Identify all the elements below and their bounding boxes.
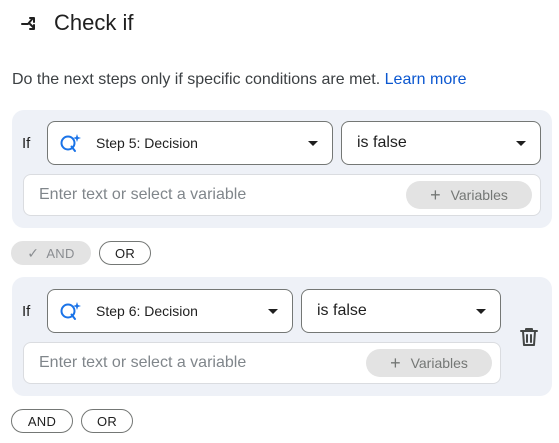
value-input[interactable]: Enter text or select a variable + Variab… — [23, 174, 541, 216]
and-label: AND — [27, 413, 57, 429]
or-toggle[interactable]: OR — [99, 241, 151, 265]
step-select-value: Step 6: Decision — [96, 303, 198, 319]
plus-icon: + — [390, 353, 401, 373]
and-label: AND — [46, 245, 75, 261]
variables-button-label: Variables — [450, 187, 508, 203]
condition-block-2: If Step 6: Decision is false Enter text … — [12, 277, 552, 396]
chevron-down-icon — [308, 141, 318, 146]
gemini-step-icon — [60, 132, 82, 154]
value-input-placeholder: Enter text or select a variable — [39, 186, 247, 203]
gemini-step-icon — [60, 300, 82, 322]
check-icon: ✓ — [27, 244, 40, 261]
variables-button[interactable]: + Variables — [406, 181, 532, 209]
variables-button[interactable]: + Variables — [366, 349, 492, 377]
operator-select-value: is false — [357, 134, 407, 151]
step-select[interactable]: Step 6: Decision — [47, 289, 293, 333]
value-input[interactable]: Enter text or select a variable + Variab… — [23, 342, 501, 384]
variables-button-label: Variables — [410, 355, 468, 371]
operator-select-value: is false — [317, 302, 367, 319]
or-label: OR — [96, 413, 118, 429]
learn-more-link[interactable]: Learn more — [385, 71, 467, 88]
description-text: Do the next steps only if specific condi… — [12, 71, 381, 88]
and-button[interactable]: AND — [11, 409, 73, 433]
condition-block-1: If Step 5: Decision is false Enter text … — [12, 110, 552, 228]
chevron-down-icon — [268, 309, 278, 314]
or-button[interactable]: OR — [81, 409, 133, 433]
operator-select[interactable]: is false — [301, 289, 501, 333]
and-toggle[interactable]: ✓ AND — [11, 241, 91, 265]
operator-select[interactable]: is false — [341, 121, 541, 165]
step-select[interactable]: Step 5: Decision — [47, 121, 333, 165]
description: Do the next steps only if specific condi… — [12, 71, 466, 89]
plus-icon: + — [430, 185, 441, 205]
or-label: OR — [114, 245, 136, 261]
value-input-placeholder: Enter text or select a variable — [39, 354, 247, 371]
if-label: If — [22, 135, 31, 152]
branch-icon — [20, 12, 42, 34]
page-title: Check if — [54, 10, 134, 35]
step-select-value: Step 5: Decision — [96, 135, 198, 151]
chevron-down-icon — [516, 141, 526, 146]
chevron-down-icon — [476, 309, 486, 314]
if-label: If — [22, 303, 31, 320]
trash-icon[interactable] — [518, 326, 540, 348]
header: Check if — [20, 8, 133, 38]
